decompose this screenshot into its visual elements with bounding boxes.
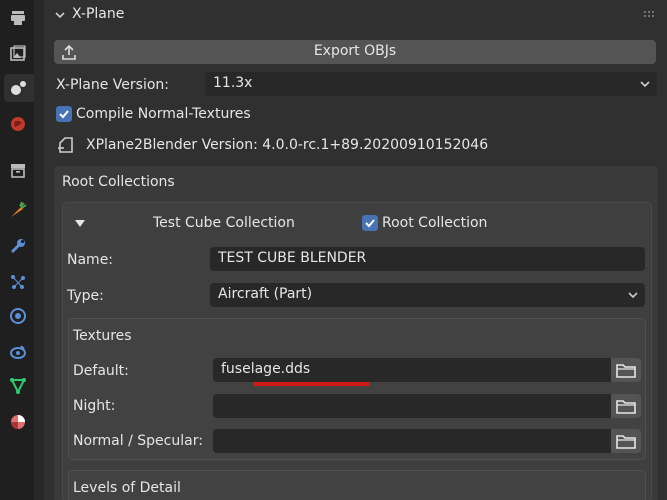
tab-particles[interactable] [4, 268, 32, 296]
xplane-version-label: X-Plane Version: [56, 77, 169, 93]
tab-render[interactable] [4, 40, 32, 68]
properties-tab-strip [0, 0, 34, 500]
tab-material[interactable] [4, 408, 32, 436]
drag-grip-icon[interactable] [643, 10, 657, 20]
plugin-version-text: XPlane2Blender Version: 4.0.0-rc.1+89.20… [86, 137, 489, 153]
checkmark-icon [365, 219, 375, 228]
type-label: Type: [67, 288, 104, 304]
normal-specular-input[interactable] [213, 429, 613, 453]
default-texture-value: fuselage.dds [221, 361, 311, 377]
compile-normal-textures-checkbox[interactable] [56, 106, 72, 122]
render-icon [10, 45, 26, 61]
tab-object[interactable] [4, 196, 32, 224]
constraints-icon [10, 345, 26, 359]
checkmark-icon [59, 110, 69, 119]
collection-name-label: Test Cube Collection [153, 215, 295, 231]
compile-normal-textures-label: Compile Normal-Textures [76, 106, 251, 122]
particles-icon [11, 275, 25, 289]
default-texture-input[interactable]: fuselage.dds [213, 358, 613, 382]
default-texture-label: Default: [73, 363, 129, 379]
data-icon [10, 378, 26, 395]
material-icon [11, 415, 25, 429]
panel-title: X-Plane [72, 6, 125, 22]
tab-modifier[interactable] [4, 232, 32, 260]
tool-icon [11, 11, 25, 25]
collection-icon [11, 164, 25, 178]
export-objs-label: Export OBJs [313, 43, 397, 59]
tab-output[interactable] [4, 74, 34, 102]
normal-specular-browse-button[interactable] [611, 429, 641, 453]
night-texture-label: Night: [73, 398, 116, 414]
root-collections-title: Root Collections [62, 174, 175, 190]
name-input-value: TEST CUBE BLENDER [218, 250, 367, 266]
region-divider [34, 0, 44, 500]
tab-tool[interactable] [4, 4, 32, 32]
wrench-icon [10, 239, 25, 254]
chevron-down-icon [628, 292, 638, 299]
plugin-icon [58, 137, 73, 153]
xplane-properties-panel: X-Plane Export OBJs X-Plane Version: 11.… [44, 0, 667, 500]
root-collection-checkbox[interactable] [362, 215, 378, 231]
folder-icon [616, 400, 636, 414]
xplane-version-value: 11.3x [213, 75, 253, 91]
night-texture-browse-button[interactable] [611, 394, 641, 418]
world-icon [11, 117, 25, 131]
normal-specular-label: Normal / Specular: [73, 433, 203, 449]
levels-of-detail-title: Levels of Detail [73, 480, 181, 496]
panel-header[interactable]: X-Plane [44, 0, 667, 32]
type-dropdown[interactable]: Aircraft (Part) [210, 283, 645, 307]
default-texture-browse-button[interactable] [611, 358, 641, 382]
chevron-down-icon [640, 81, 650, 88]
folder-icon [616, 364, 636, 378]
tab-collection[interactable] [4, 156, 32, 184]
xplane-version-dropdown[interactable]: 11.3x [205, 72, 657, 96]
name-field-label: Name: [67, 252, 114, 268]
night-texture-input[interactable] [213, 394, 613, 418]
name-input[interactable]: TEST CUBE BLENDER [210, 247, 645, 271]
type-dropdown-value: Aircraft (Part) [218, 286, 313, 302]
folder-icon [616, 435, 636, 449]
physics-icon [10, 308, 26, 324]
carrot-icon [11, 201, 27, 217]
annotation-underline [253, 382, 370, 386]
output-icon [11, 81, 26, 95]
tab-physics[interactable] [4, 302, 32, 330]
tab-data[interactable] [4, 372, 32, 400]
tab-constraints[interactable] [4, 338, 32, 366]
export-objs-button[interactable]: Export OBJs [54, 40, 656, 64]
tab-world[interactable] [4, 110, 32, 138]
root-collection-label: Root Collection [382, 215, 488, 231]
textures-title: Textures [73, 328, 132, 344]
disclosure-triangle-icon[interactable] [74, 217, 86, 229]
chevron-down-icon[interactable] [54, 9, 66, 21]
